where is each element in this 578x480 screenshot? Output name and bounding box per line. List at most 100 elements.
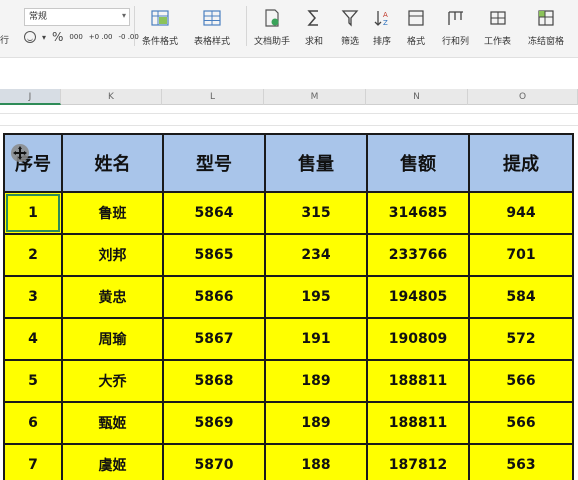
data-cell[interactable]: 188811: [366, 359, 470, 403]
data-cell[interactable]: 944: [468, 191, 574, 235]
table-row: 3 黄忠 5866 195 194805 584: [3, 275, 574, 319]
svg-text:Z: Z: [383, 19, 388, 27]
sort-button[interactable]: A Z 排序: [372, 6, 392, 50]
data-cell[interactable]: 701: [468, 233, 574, 277]
data-cell[interactable]: 刘邦: [61, 233, 164, 277]
data-cell[interactable]: 189: [264, 359, 368, 403]
data-cell[interactable]: 584: [468, 275, 574, 319]
data-cell[interactable]: 周瑜: [61, 317, 164, 361]
data-cell[interactable]: 566: [468, 401, 574, 445]
header-cell[interactable]: 姓名: [61, 133, 164, 193]
move-cursor-icon: [11, 144, 29, 162]
ribbon-divider: [134, 6, 135, 46]
column-header-k[interactable]: K: [61, 89, 162, 105]
data-cell[interactable]: 5865: [162, 233, 266, 277]
filter-funnel-icon: [341, 10, 359, 27]
sum-button[interactable]: 求和: [304, 6, 324, 50]
data-cell[interactable]: 5866: [162, 275, 266, 319]
data-cell[interactable]: 314685: [366, 191, 470, 235]
doc-helper-icon: [265, 9, 279, 27]
data-cell[interactable]: 5867: [162, 317, 266, 361]
table-row: 4 周瑜 5867 191 190809 572: [3, 317, 574, 361]
currency-style-icon[interactable]: [24, 31, 36, 43]
table-row: 5 大乔 5868 189 188811 566: [3, 359, 574, 403]
data-cell[interactable]: 190809: [366, 317, 470, 361]
data-cell[interactable]: 5870: [162, 443, 266, 480]
formula-area: [0, 59, 578, 89]
data-cell[interactable]: 虞姬: [61, 443, 164, 480]
data-cell[interactable]: 4: [3, 317, 63, 361]
column-header-o[interactable]: O: [468, 89, 578, 105]
data-cell[interactable]: 甄姬: [61, 401, 164, 445]
ribbon-divider: [246, 6, 247, 46]
number-format-value: 常规: [29, 12, 48, 22]
filter-button[interactable]: 筛选: [340, 6, 360, 50]
column-header-j[interactable]: J: [0, 89, 61, 105]
format-button[interactable]: 格式: [406, 6, 426, 50]
thousands-separator-button[interactable]: 000: [69, 33, 82, 41]
data-cell[interactable]: 7: [3, 443, 63, 480]
format-label: 格式: [406, 37, 425, 47]
header-cell[interactable]: 售额: [366, 133, 470, 193]
data-cell[interactable]: 188: [264, 443, 368, 480]
data-cell[interactable]: 5864: [162, 191, 266, 235]
conditional-format-icon: [151, 10, 169, 26]
data-cell[interactable]: 315: [264, 191, 368, 235]
data-cell[interactable]: 2: [3, 233, 63, 277]
data-cell[interactable]: 572: [468, 317, 574, 361]
data-cell[interactable]: 233766: [366, 233, 470, 277]
data-cell[interactable]: 195: [264, 275, 368, 319]
data-cell[interactable]: 5869: [162, 401, 266, 445]
worksheet-button[interactable]: 工作表: [484, 6, 511, 50]
number-format-select[interactable]: 常规 ▾: [24, 8, 130, 26]
data-cell[interactable]: 黄忠: [61, 275, 164, 319]
data-cell[interactable]: 566: [468, 359, 574, 403]
data-cell[interactable]: 187812: [366, 443, 470, 480]
chevron-down-icon[interactable]: ▾: [42, 33, 46, 42]
doc-helper-label: 文档助手: [254, 37, 291, 47]
table-style-label: 表格样式: [194, 37, 231, 47]
data-cell[interactable]: 5: [3, 359, 63, 403]
data-cell[interactable]: 188811: [366, 401, 470, 445]
data-cell[interactable]: 鲁班: [61, 191, 164, 235]
increase-decimal-button[interactable]: +0 .00: [89, 33, 113, 41]
sum-label: 求和: [304, 37, 323, 47]
data-cell[interactable]: 191: [264, 317, 368, 361]
data-cell[interactable]: 189: [264, 401, 368, 445]
row-col-icon: [447, 11, 463, 25]
header-cell[interactable]: 提成: [468, 133, 574, 193]
data-cell-active[interactable]: 1: [3, 191, 63, 235]
data-cell[interactable]: 大乔: [61, 359, 164, 403]
doc-helper-button[interactable]: 文档助手: [254, 6, 290, 50]
gridline: [0, 113, 578, 114]
ribbon-toolbar: 常规 ▾ 行 ▾ % 000 +0 .00 -0 .00 条件格式 表格样式 文…: [0, 0, 578, 58]
freeze-panes-icon: [538, 10, 554, 26]
sort-icon: A Z: [374, 11, 388, 27]
data-cell[interactable]: 234: [264, 233, 368, 277]
table-header-row: 序号 姓名 型号 售量 售额 提成: [3, 133, 574, 193]
decrease-decimal-button[interactable]: -0 .00: [118, 33, 138, 41]
row-col-label: 行和列: [442, 37, 470, 47]
row-edge-label: 行: [0, 36, 10, 46]
conditional-format-button[interactable]: 条件格式: [142, 6, 178, 50]
data-cell[interactable]: 5868: [162, 359, 266, 403]
data-cell[interactable]: 194805: [366, 275, 470, 319]
sigma-icon: [307, 10, 318, 26]
data-cell[interactable]: 563: [468, 443, 574, 480]
table-style-icon: [203, 10, 221, 26]
column-header-m[interactable]: M: [264, 89, 366, 105]
data-cell[interactable]: 6: [3, 401, 63, 445]
sales-table: 序号 姓名 型号 售量 售额 提成 1 鲁班 5864 315 314685 9…: [3, 133, 574, 480]
number-format-buttons: ▾ % 000 +0 .00 -0 .00: [24, 28, 139, 46]
gridline: [0, 125, 578, 126]
data-cell[interactable]: 3: [3, 275, 63, 319]
table-style-button[interactable]: 表格样式: [194, 6, 230, 50]
freeze-panes-button[interactable]: 冻结窗格: [528, 6, 564, 50]
column-header-n[interactable]: N: [366, 89, 468, 105]
worksheet-grid[interactable]: 序号 姓名 型号 售量 售额 提成 1 鲁班 5864 315 314685 9…: [0, 105, 578, 480]
row-col-button[interactable]: 行和列: [442, 6, 469, 50]
header-cell[interactable]: 售量: [264, 133, 368, 193]
header-cell[interactable]: 型号: [162, 133, 266, 193]
percent-button[interactable]: %: [52, 30, 63, 44]
column-header-l[interactable]: L: [162, 89, 264, 105]
